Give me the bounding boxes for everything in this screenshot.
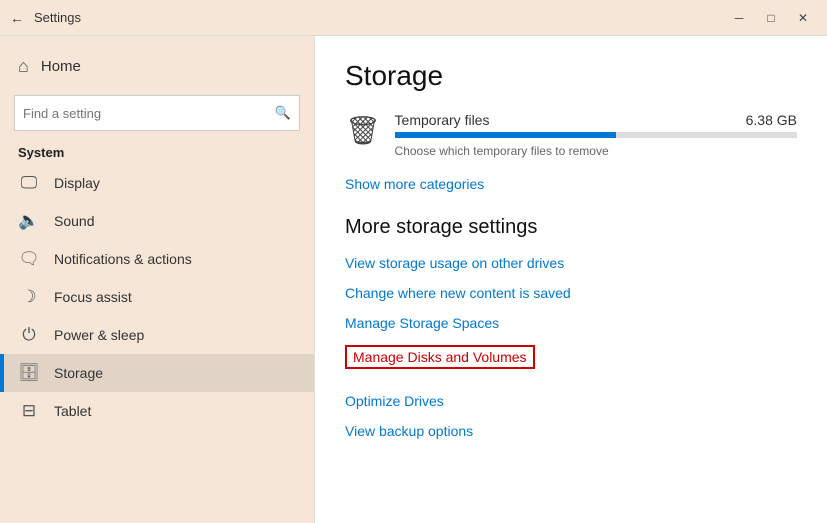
sidebar-item-display[interactable]: 🖵 Display [0, 164, 314, 202]
trash-icon: 🗑 [345, 114, 381, 147]
progress-bar [395, 132, 797, 138]
back-button[interactable]: ← [10, 10, 24, 26]
sidebar-item-storage-label: Storage [54, 365, 103, 381]
home-icon: ⌂ [18, 56, 29, 77]
change-content-location-link[interactable]: Change where new content is saved [345, 285, 571, 301]
storage-item-name: Temporary files [395, 112, 490, 128]
titlebar-title: Settings [34, 10, 725, 25]
power-icon: ⏻ [18, 325, 40, 345]
sidebar-item-tablet-label: Tablet [54, 403, 91, 419]
sidebar-item-display-label: Display [54, 175, 100, 191]
view-backup-options-link[interactable]: View backup options [345, 423, 473, 439]
progress-fill [395, 132, 616, 138]
manage-disks-volumes-link[interactable]: Manage Disks and Volumes [345, 345, 535, 369]
show-more-categories-link[interactable]: Show more categories [345, 176, 484, 192]
storage-item-description: Choose which temporary files to remove [395, 144, 609, 158]
page-title: Storage [345, 60, 797, 92]
sidebar-item-notifications[interactable]: 🗨 Notifications & actions [0, 240, 314, 278]
sidebar-home[interactable]: ⌂ Home [0, 46, 314, 87]
sound-icon: 🔈 [18, 211, 40, 231]
sidebar-item-storage[interactable]: 🗄 Storage [0, 354, 314, 392]
search-box: 🔍 [14, 95, 300, 131]
tablet-icon: ⊟ [18, 401, 40, 421]
search-input[interactable] [23, 106, 275, 121]
sidebar-home-label: Home [41, 58, 81, 75]
storage-info: Temporary files 6.38 GB Choose which tem… [395, 112, 797, 160]
sidebar-item-power-label: Power & sleep [54, 327, 144, 343]
notifications-icon: 🗨 [18, 249, 40, 269]
search-icon: 🔍 [275, 105, 291, 121]
restore-button[interactable]: □ [757, 7, 785, 29]
sidebar-item-focus-label: Focus assist [54, 289, 132, 305]
window-controls: ─ □ ✕ [725, 7, 817, 29]
main-layout: ⌂ Home 🔍 System 🖵 Display 🔈 Sound 🗨 Noti… [0, 36, 827, 523]
more-settings-title: More storage settings [345, 216, 797, 239]
storage-item-header: Temporary files 6.38 GB [395, 112, 797, 128]
sidebar-item-sound[interactable]: 🔈 Sound [0, 202, 314, 240]
display-icon: 🖵 [18, 173, 40, 193]
view-storage-usage-link[interactable]: View storage usage on other drives [345, 255, 564, 271]
minimize-button[interactable]: ─ [725, 7, 753, 29]
close-button[interactable]: ✕ [789, 7, 817, 29]
sidebar-item-sound-label: Sound [54, 213, 94, 229]
focus-icon: ☽ [18, 287, 40, 307]
sidebar-item-power[interactable]: ⏻ Power & sleep [0, 316, 314, 354]
storage-icon: 🗄 [18, 363, 40, 383]
storage-item-temp: 🗑 Temporary files 6.38 GB Choose which t… [345, 112, 797, 160]
sidebar: ⌂ Home 🔍 System 🖵 Display 🔈 Sound 🗨 Noti… [0, 36, 315, 523]
content-area: Storage 🗑 Temporary files 6.38 GB Choose… [315, 36, 827, 523]
manage-storage-spaces-link[interactable]: Manage Storage Spaces [345, 315, 499, 331]
sidebar-item-notifications-label: Notifications & actions [54, 251, 192, 267]
titlebar: ← Settings ─ □ ✕ [0, 0, 827, 36]
sidebar-item-tablet[interactable]: ⊟ Tablet [0, 392, 314, 430]
sidebar-section-title: System [0, 139, 314, 164]
storage-item-size: 6.38 GB [746, 112, 797, 128]
optimize-drives-link[interactable]: Optimize Drives [345, 393, 444, 409]
sidebar-item-focus[interactable]: ☽ Focus assist [0, 278, 314, 316]
